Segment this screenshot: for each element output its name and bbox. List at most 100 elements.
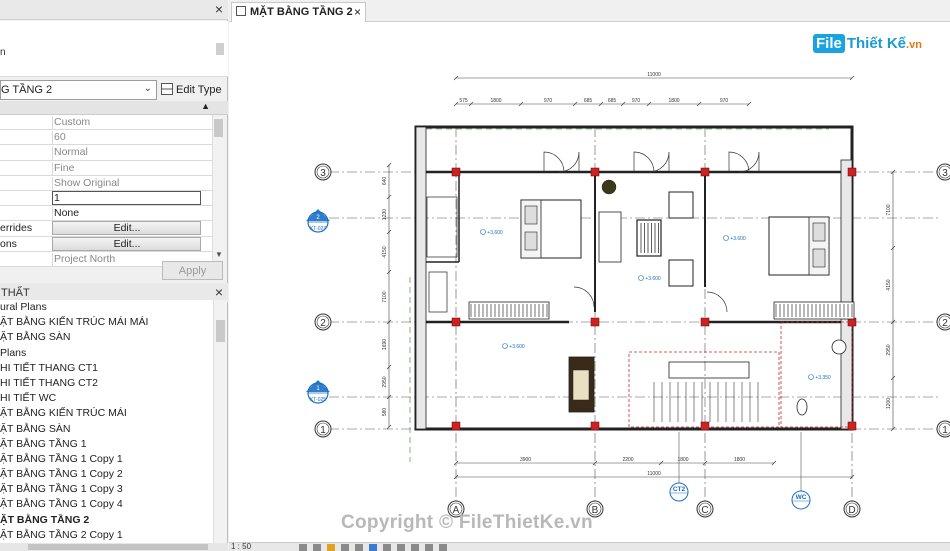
properties-close-icon[interactable]: ×	[215, 2, 223, 16]
browser-item[interactable]: ẶT BẰNG TẦNG 1 Copy 4	[0, 497, 213, 512]
browser-item-label: ural Plans	[0, 301, 47, 313]
browser-item-label: ẶT BẰNG TẦNG 1 Copy 4	[0, 498, 123, 511]
level-mark: +3.600	[487, 230, 503, 236]
wall-right	[840, 159, 853, 430]
browser-item[interactable]: Plans	[0, 346, 213, 361]
browser-item-label: Plans	[0, 346, 27, 359]
grid-column-label: D	[848, 505, 855, 516]
pillow	[524, 205, 538, 225]
reveal-hidden-icon[interactable]	[411, 544, 419, 551]
stair-landing	[668, 361, 750, 379]
browser-item[interactable]: ẶT BẰNG TẦNG 1 Copy 3	[0, 482, 213, 497]
floor-plan-icon	[236, 6, 246, 16]
project-browser-tree: ural Plans ẶT BẰNG KIẾN TRÚC MÁI MÁI ẶT BẰ…	[0, 300, 213, 543]
dimension-top: 970	[720, 98, 729, 104]
structural-column	[700, 421, 710, 431]
property-edit-button[interactable]: Edit...	[52, 236, 201, 251]
coffee-table	[636, 219, 662, 257]
view-scale[interactable]: 1 : 50	[231, 542, 251, 551]
temporary-properties-icon[interactable]	[425, 544, 433, 551]
show-crop-icon[interactable]	[369, 544, 377, 551]
browser-item[interactable]: HI TIẾT WC	[0, 391, 213, 406]
horizontal-scrollbar-thumb[interactable]	[28, 544, 208, 550]
structural-column	[590, 421, 600, 431]
door-swing	[728, 151, 750, 173]
type-preview: n	[0, 21, 228, 77]
floor-plan-drawing[interactable]: 3 32 21 1A B C D11000575 1800 970 685 685 970 1800 97…	[229, 22, 950, 542]
browser-item-label: ẶT BẰNG TẦNG 1 Copy 2	[0, 468, 123, 481]
browser-item-label: ẶT BẰNG KIẾN TRÚC MÁI MÁI	[0, 316, 149, 329]
properties-scrollbar[interactable]: ▼	[212, 115, 224, 260]
browser-item[interactable]: HI TIẾT THANG CT2	[0, 376, 213, 391]
dimension-bottom: 2200	[622, 457, 633, 463]
browser-item[interactable]: ẶT BẰNG TẦNG 1	[0, 437, 213, 452]
dimension-top: 685	[584, 98, 593, 104]
browser-item-label: ẶT BẰNG TẦNG 1 Copy 1	[0, 452, 123, 465]
edit-type-label: Edit Type	[176, 84, 222, 96]
type-selector-dropdown[interactable]: G TẦNG 2 ⌄	[0, 80, 157, 100]
browser-item[interactable]: HI TIẾT THANG CT1	[0, 361, 213, 376]
browser-item[interactable]: ẶT BẰNG TẦNG 1 Copy 2	[0, 467, 213, 482]
dimension-left: 580	[382, 408, 388, 417]
drawing-canvas[interactable]: 3 3 2 2 1 1 A B C D 11000 575 1800 970 685 685 970 1800 97…	[229, 22, 950, 542]
dimension-top: 575	[459, 98, 468, 104]
wardrobe	[468, 301, 550, 320]
level-marker	[723, 235, 729, 241]
shadows-icon[interactable]	[341, 544, 349, 551]
property-edit-button[interactable]: Edit...	[52, 221, 201, 236]
property-row: ons Edit...	[0, 236, 212, 252]
cabinet	[428, 271, 448, 313]
analytical-model-icon[interactable]	[439, 544, 447, 551]
browser-item[interactable]: ẶT BẰNG TẦNG 2	[0, 513, 213, 528]
properties-group-header[interactable]: ▲	[0, 101, 228, 115]
browser-item[interactable]: ẶT BẰNG SÀN	[0, 422, 213, 437]
lock-view-icon[interactable]	[383, 544, 391, 551]
browser-item-label: ẶT BẰNG KIẾN TRÚC MÁI	[0, 407, 127, 420]
edit-type-button[interactable]: Edit Type	[161, 80, 228, 100]
sun-path-icon[interactable]	[327, 544, 335, 551]
browser-item-label: HI TIẾT THANG CT1	[0, 361, 99, 374]
property-row: Custom	[0, 115, 212, 131]
dimension-top-total: 11000	[647, 72, 661, 78]
property-value: Normal	[52, 146, 201, 161]
grid-row-label: 3	[320, 168, 326, 179]
project-browser-close-icon[interactable]: ×	[215, 285, 223, 299]
dimension-top: 1800	[490, 98, 501, 104]
door-swing	[573, 286, 595, 308]
properties-scrollbar-thumb[interactable]	[214, 119, 223, 137]
detail-tag-label: WC	[796, 494, 807, 501]
property-row: Fine	[0, 160, 212, 176]
browser-item-label: ẶT BẰNG TẦNG 2	[0, 513, 90, 526]
detail-level-icon[interactable]	[299, 544, 307, 551]
project-browser-title: THẤT	[1, 287, 30, 299]
dimension-bottom: 3900	[520, 457, 531, 463]
project-browser-scrollbar-thumb[interactable]	[216, 320, 225, 342]
tab-close-icon[interactable]: ×	[354, 5, 361, 19]
structural-column	[590, 317, 600, 327]
horizontal-scrollbar[interactable]	[0, 543, 228, 551]
structural-column	[590, 167, 600, 177]
properties-grid: Custom 60 Normal Fine Show Original 1 None erri…	[0, 115, 212, 267]
level-mark: +3.350	[815, 375, 831, 381]
scroll-down-icon[interactable]: ▼	[215, 250, 223, 259]
crop-view-icon[interactable]	[355, 544, 363, 551]
hide-isolate-icon[interactable]	[397, 544, 405, 551]
browser-item[interactable]: ẶT BẰNG TẦNG 1 Copy 1	[0, 452, 213, 467]
browser-item[interactable]: ẶT BẰNG KIẾN TRÚC MÁI MÁI	[0, 315, 213, 330]
browser-item[interactable]: ural Plans	[0, 300, 213, 315]
property-row: 1	[0, 190, 212, 207]
property-input[interactable]: 1	[52, 190, 201, 205]
browser-item[interactable]: ẶT BẰNG KIẾN TRÚC MÁI	[0, 406, 213, 421]
project-browser-scrollbar[interactable]	[213, 300, 227, 543]
dimension-top: 1800	[668, 98, 679, 104]
browser-item[interactable]: ẶT BẰNG SÀN	[0, 330, 213, 345]
visual-style-icon[interactable]	[313, 544, 321, 551]
browser-item[interactable]: ẶT BẰNG TẦNG 2 Copy 1	[0, 528, 213, 543]
apply-button[interactable]: Apply	[162, 261, 223, 280]
type-preview-scrollbar[interactable]	[216, 43, 224, 55]
property-value: Custom	[52, 116, 201, 130]
level-mark: +3.600	[509, 344, 525, 350]
collapse-arrows-icon[interactable]: ▲	[201, 101, 210, 111]
tab-mat-bang-tang-2[interactable]: MẶT BẰNG TẦNG 2 ×	[231, 2, 366, 22]
level-marker	[808, 374, 814, 380]
